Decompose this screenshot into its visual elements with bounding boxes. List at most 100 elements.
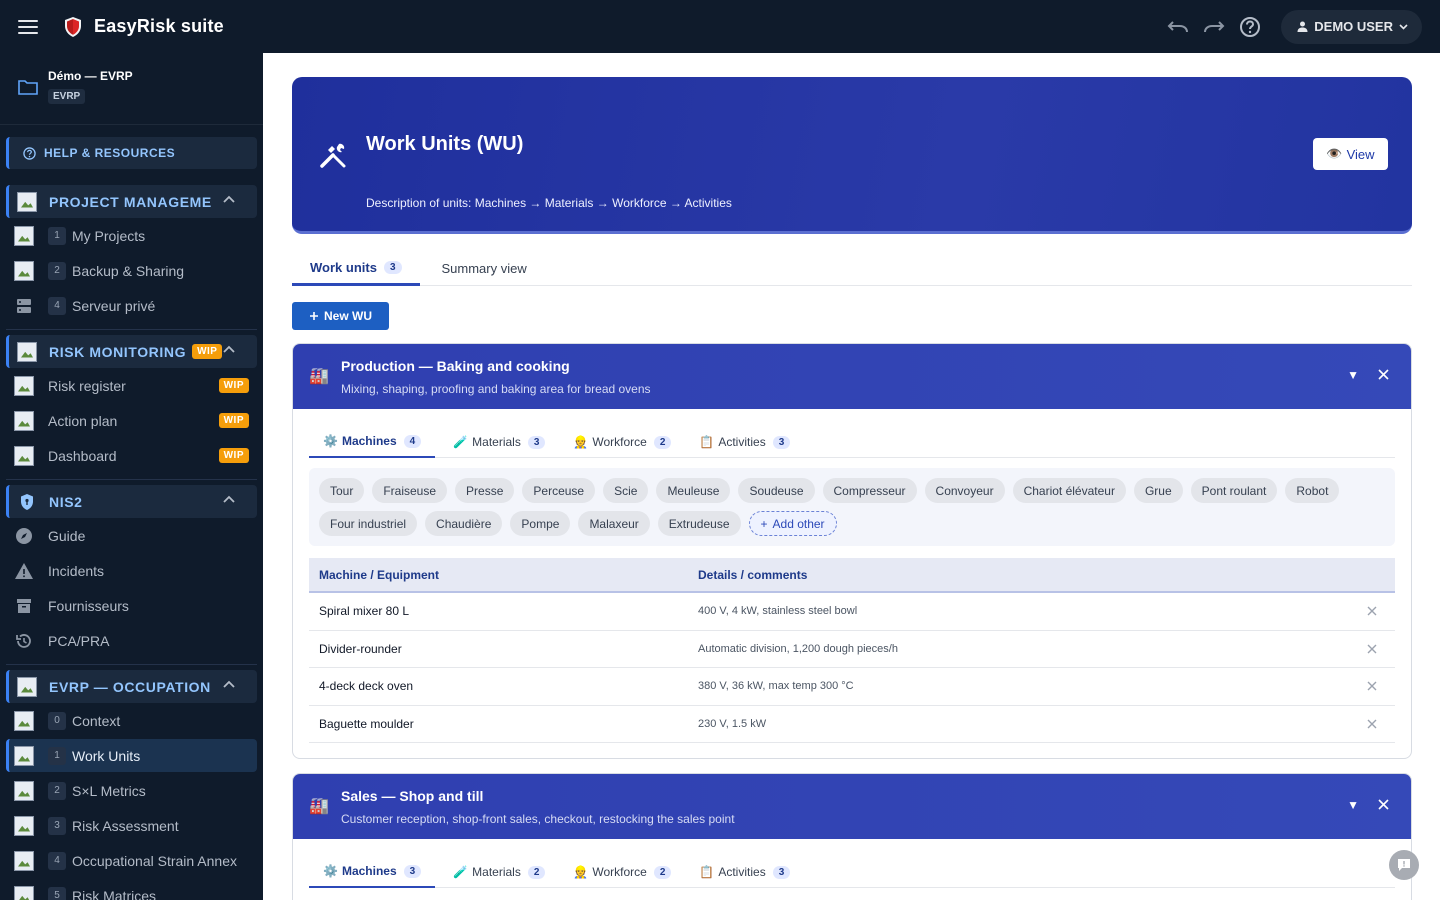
subtab-count: 3 xyxy=(772,435,791,449)
machine-name[interactable]: Divider-rounder xyxy=(309,642,698,656)
undo-icon[interactable] xyxy=(1167,16,1189,38)
remove-icon[interactable] xyxy=(1367,606,1377,616)
card-header[interactable]: 🏭 Production — Baking and cooking Mixing… xyxy=(293,344,1411,409)
subtab-materials[interactable]: 🧪 Materials 2 xyxy=(439,856,559,888)
suggestion-chip[interactable]: Malaxeur xyxy=(578,511,650,536)
section-nis2[interactable]: NIS2 xyxy=(6,485,257,518)
close-icon[interactable] xyxy=(1378,799,1389,810)
card-header[interactable]: 🏭 Sales — Shop and till Customer recepti… xyxy=(293,774,1411,839)
sidebar-item-risk-register[interactable]: Risk register WIP xyxy=(6,369,257,402)
plus-icon: + xyxy=(760,516,768,531)
machine-details[interactable]: 230 V, 1.5 kW xyxy=(698,718,766,730)
top-bar: EasyRisk suite DEMO USER xyxy=(0,0,1440,53)
subtab-count: 3 xyxy=(527,435,546,449)
suggestion-chip[interactable]: Four industriel xyxy=(319,511,418,536)
wip-badge: WIP xyxy=(192,344,223,359)
item-label: Serveur privé xyxy=(72,297,156,314)
machine-details[interactable]: 400 V, 4 kW, stainless steel bowl xyxy=(698,605,857,617)
worker-icon: 👷 xyxy=(573,865,589,879)
menu-icon[interactable] xyxy=(18,19,38,34)
section-label: NIS2 xyxy=(49,493,83,510)
work-unit-card: 🏭 Production — Baking and cooking Mixing… xyxy=(292,343,1412,759)
remove-icon[interactable] xyxy=(1367,719,1377,729)
sidebar-item-work-units[interactable]: 1 Work Units xyxy=(6,739,257,772)
sidebar-item-backup-sharing[interactable]: 2 Backup & Sharing xyxy=(6,254,257,287)
sidebar-item-risk-assessment[interactable]: 3 Risk Assessment xyxy=(6,809,257,842)
suggestion-chip[interactable]: Extrudeuse xyxy=(657,511,741,536)
machine-name[interactable]: Baguette moulder xyxy=(309,717,698,731)
suggestion-chip[interactable]: Convoyeur xyxy=(924,478,1005,503)
tab-summary-view[interactable]: Summary view xyxy=(424,251,545,286)
sidebar-item-occupational-strain[interactable]: 4 Occupational Strain Annex xyxy=(6,844,257,877)
sidebar-item-pca-pra[interactable]: PCA/PRA xyxy=(6,624,257,657)
help-circle-icon xyxy=(23,146,36,160)
column-header: Machine / Equipment xyxy=(319,567,440,582)
section-evrp[interactable]: EVRP — OCCUPATIONAL xyxy=(6,670,257,703)
section-project-management[interactable]: PROJECT MANAGEMEN xyxy=(6,185,257,218)
chevron-up-icon xyxy=(223,345,235,353)
page-description: Description of units: Machines → Materia… xyxy=(366,196,732,210)
sidebar-item-risk-matrices[interactable]: 5 Risk Matrices xyxy=(6,879,257,900)
sidebar-item-my-projects[interactable]: 1 My Projects xyxy=(6,219,257,252)
page-header-banner: Work Units (WU) Description of units: Ma… xyxy=(292,77,1412,234)
suggestion-chip[interactable]: Robot xyxy=(1285,478,1340,503)
sidebar-item-sxl-metrics[interactable]: 2 S×L Metrics xyxy=(6,774,257,807)
suggestion-chip[interactable]: Chariot élévateur xyxy=(1012,478,1126,503)
subtab-activities[interactable]: 📋 Activities 3 xyxy=(685,856,804,888)
image-icon xyxy=(14,745,34,766)
remove-icon[interactable] xyxy=(1367,681,1377,691)
subtab-machines[interactable]: ⚙️ Machines 4 xyxy=(309,426,436,458)
close-icon[interactable] xyxy=(1378,369,1389,380)
sidebar-item-dashboard[interactable]: Dashboard WIP xyxy=(6,439,257,472)
user-menu-button[interactable]: DEMO USER xyxy=(1281,9,1422,44)
suggestion-chip[interactable]: Tour xyxy=(319,478,365,503)
machine-name[interactable]: Spiral mixer 80 L xyxy=(309,604,698,618)
view-button[interactable]: 👁️ View xyxy=(1313,138,1388,170)
collapse-toggle-icon[interactable]: ▼ xyxy=(1347,368,1359,382)
suggestion-chip[interactable]: Scie xyxy=(603,478,649,503)
suggestion-chip[interactable]: Presse xyxy=(455,478,515,503)
project-selector[interactable]: Démo — EVRP EVRP xyxy=(0,53,263,125)
suggestion-chip[interactable]: Fraiseuse xyxy=(372,478,448,503)
image-icon xyxy=(17,191,37,212)
chevron-up-icon xyxy=(223,195,235,203)
redo-icon[interactable] xyxy=(1203,16,1225,38)
add-other-chip[interactable]: + Add other xyxy=(748,511,837,536)
machine-details[interactable]: Automatic division, 1,200 dough pieces/h xyxy=(698,643,898,655)
suggestion-chip[interactable]: Chaudière xyxy=(425,511,503,536)
help-resources-link[interactable]: HELP & RESOURCES xyxy=(6,137,257,169)
sidebar-item-action-plan[interactable]: Action plan WIP xyxy=(6,404,257,437)
subtab-activities[interactable]: 📋 Activities 3 xyxy=(685,426,804,458)
subtab-workforce[interactable]: 👷 Workforce 2 xyxy=(559,426,685,458)
suggestion-chip[interactable]: Pompe xyxy=(510,511,571,536)
subtab-workforce[interactable]: 👷 Workforce 2 xyxy=(559,856,685,888)
chat-icon xyxy=(1398,859,1410,871)
image-icon xyxy=(14,850,34,871)
suggestion-chip[interactable]: Meuleuse xyxy=(656,478,731,503)
suggestion-chip[interactable]: Grue xyxy=(1133,478,1183,503)
suggestion-chip[interactable]: Pont roulant xyxy=(1190,478,1278,503)
machine-details[interactable]: 380 V, 36 kW, max temp 300 °C xyxy=(698,680,854,692)
tab-work-units[interactable]: Work units 3 xyxy=(292,251,420,286)
collapse-toggle-icon[interactable]: ▼ xyxy=(1347,798,1359,812)
suggestion-chip[interactable]: Compresseur xyxy=(822,478,917,503)
suggestion-chip[interactable]: Perceuse xyxy=(522,478,596,503)
new-wu-button[interactable]: New WU xyxy=(292,302,389,330)
sidebar-item-guide[interactable]: Guide xyxy=(6,519,257,552)
help-icon[interactable] xyxy=(1239,16,1261,38)
table-row: Baguette moulder 230 V, 1.5 kW xyxy=(309,706,1395,743)
sidebar-item-context[interactable]: 0 Context xyxy=(6,704,257,737)
subtab-materials[interactable]: 🧪 Materials 3 xyxy=(439,426,559,458)
subtab-count: 3 xyxy=(403,864,422,878)
suggestion-chip[interactable]: Soudeuse xyxy=(738,478,815,503)
tab-label: Work units xyxy=(310,259,377,275)
sidebar-item-serveur-prive[interactable]: 4 Serveur privé xyxy=(6,289,257,322)
subtab-machines[interactable]: ⚙️ Machines 3 xyxy=(309,856,436,888)
machine-name[interactable]: 4-deck deck oven xyxy=(309,679,698,693)
section-risk-monitoring[interactable]: RISK MONITORING WIP xyxy=(6,335,257,368)
sidebar-item-fournisseurs[interactable]: Fournisseurs xyxy=(6,589,257,622)
feedback-button[interactable] xyxy=(1389,850,1419,880)
sidebar-item-incidents[interactable]: Incidents xyxy=(6,554,257,587)
remove-icon[interactable] xyxy=(1367,644,1377,654)
work-unit-card: 🏭 Sales — Shop and till Customer recepti… xyxy=(292,773,1412,900)
